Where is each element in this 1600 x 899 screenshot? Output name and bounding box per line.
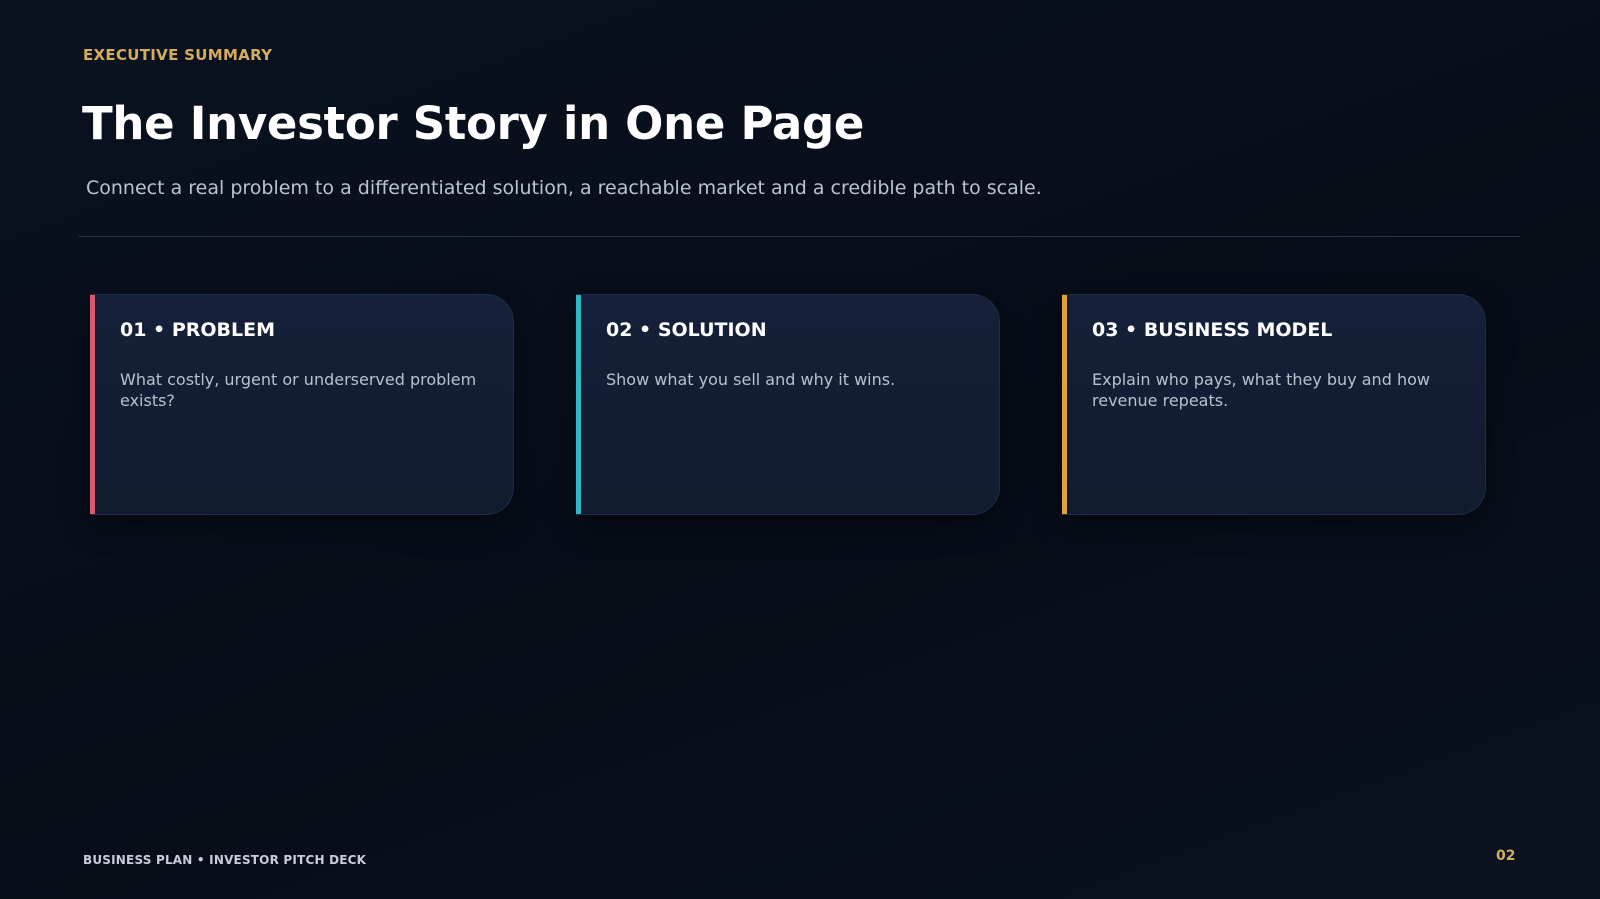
section-eyebrow: EXECUTIVE SUMMARY [83,46,273,64]
page-number: 02 [1496,848,1516,864]
card-title: 01 • PROBLEM [120,319,275,341]
card-accent-bar [1062,295,1067,514]
slide: EXECUTIVE SUMMARY The Investor Story in … [0,0,1600,899]
card-body: Explain who pays, what they buy and how … [1092,370,1430,410]
card-accent-bar [576,295,581,514]
card-solution: 02 • SOLUTION Show what you sell and why… [576,294,1000,515]
footer-deck-label: BUSINESS PLAN • INVESTOR PITCH DECK [83,853,367,867]
page-subtitle: Connect a real problem to a differentiat… [86,177,1042,199]
card-body: Show what you sell and why it wins. [606,370,896,389]
header-divider [79,236,1520,237]
card-business-model: 03 • BUSINESS MODEL Explain who pays, wh… [1062,294,1486,515]
card-title: 02 • SOLUTION [606,319,767,341]
card-title: 03 • BUSINESS MODEL [1092,319,1333,341]
page-title: The Investor Story in One Page [82,97,865,150]
card-body: What costly, urgent or underserved probl… [120,370,477,410]
card-accent-bar [90,295,95,514]
card-problem: 01 • PROBLEM What costly, urgent or unde… [90,294,514,515]
